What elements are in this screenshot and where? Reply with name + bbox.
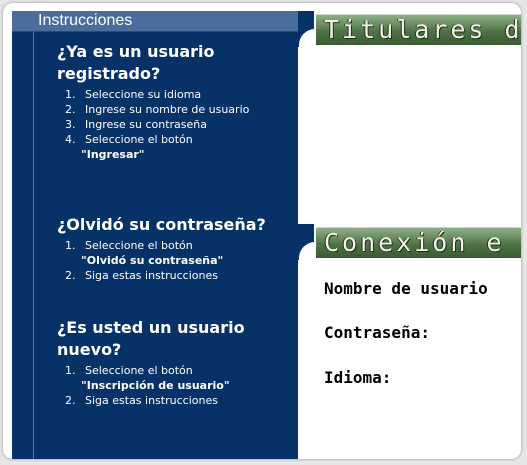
step-number: 4. [65,133,76,146]
login-title: Conexión e [324,228,505,257]
step-text: Seleccione el botón [85,364,193,377]
steps-list: 1. Seleccione el botón "Olvidó su contra… [57,238,297,283]
headlines-title-banner: Titulares d [316,14,521,45]
step-text: Seleccione el botón [85,133,193,146]
list-item: 2. Siga estas instrucciones [57,393,297,408]
steps-list: 1. Seleccione el botón "Inscripción de u… [57,363,297,408]
section-title-line: ¿Es usted un usuario [57,318,245,337]
step-number: 2. [65,394,76,407]
steps-list: 1. Seleccione su idioma 2. Ingrese su no… [57,87,297,162]
step-number: 3. [65,118,76,131]
list-item: 1. Seleccione el botón "Inscripción de u… [57,363,297,393]
section-title: ¿Olvidó su contraseña? [57,215,266,234]
forgot-password-section: ¿Olvidó su contraseña? 1. Seleccione el … [57,214,297,283]
headlines-title: Titulares d [324,15,521,44]
step-text: Siga estas instrucciones [85,394,218,407]
section-title-line: nuevo? [57,340,122,359]
step-number: 2. [65,269,76,282]
step-text: Siga estas instrucciones [85,269,218,282]
sidebar-title: Instrucciones [38,12,133,29]
bar-corner [298,224,315,262]
step-number: 1. [65,364,76,377]
step-number: 1. [65,239,76,252]
username-label: Nombre de usuario [324,279,488,298]
password-label: Contraseña: [324,323,430,342]
step-text: Ingrese su contraseña [85,118,207,131]
button-name-highlight: "Inscripción de usuario" [81,379,230,392]
login-title-bar: Conexión e [298,224,521,262]
step-text: Seleccione su idioma [85,88,202,101]
language-label: Idioma: [324,368,392,387]
list-item: 1. Seleccione su idioma [57,87,297,102]
section-title: ¿Ya es un usuario registrado? [57,41,297,85]
step-number: 2. [65,103,76,116]
headlines-title-bar: Titulares d [298,11,521,49]
list-item: 4. Seleccione el botón "Ingresar" [57,132,297,162]
button-name-highlight: "Olvidó su contraseña" [81,254,224,267]
sidebar-header: Instrucciones [12,11,298,32]
list-item: 2. Ingrese su nombre de usuario [57,102,297,117]
step-text: Ingrese su nombre de usuario [85,103,250,116]
new-user-section: ¿Es usted un usuario nuevo? 1. Seleccion… [57,317,297,408]
section-title-line: ¿Ya es un usuario [57,42,215,61]
step-number: 1. [65,88,76,101]
instructions-sidebar: Instrucciones ¿Ya es un usuario registra… [12,11,298,459]
list-item: 3. Ingrese su contraseña [57,117,297,132]
page-frame: Instrucciones ¿Ya es un usuario registra… [3,3,521,459]
step-text: Seleccione el botón [85,239,193,252]
bar-corner [298,11,315,49]
list-item: 2. Siga estas instrucciones [57,268,297,283]
button-name-highlight: "Ingresar" [81,148,145,161]
list-item: 1. Seleccione el botón "Olvidó su contra… [57,238,297,268]
section-title: ¿Es usted un usuario nuevo? [57,317,297,361]
login-title-banner: Conexión e [316,227,521,258]
section-title-line: registrado? [57,64,161,83]
registered-user-section: ¿Ya es un usuario registrado? 1. Selecci… [57,41,297,162]
